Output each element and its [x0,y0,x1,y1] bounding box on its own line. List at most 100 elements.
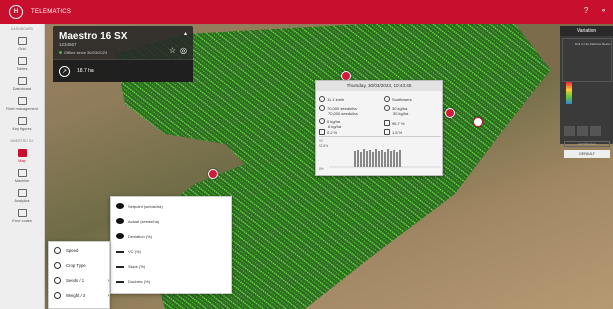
sidebar-item-label: Grid [18,47,26,51]
speed-icon [54,247,61,254]
point-detail-popup: Thursday, 30/03/2023, 10:43:45 11.1 km/h… [315,80,443,176]
menu-item-crop-type[interactable]: Crop Type [54,262,109,269]
layer-vc[interactable]: VC (%) [116,249,141,254]
speed-value: 11.1 km/h [327,96,345,102]
micro-set-value: 6 kg/ha [327,118,341,124]
sidebar-item-fleet[interactable]: Fleet management [0,97,44,111]
popup-fert-act: 30 kg/ha [393,111,408,116]
skips-icon [319,129,325,135]
sidebar-section-machine: MAESTRO SX [10,139,34,143]
layer-label: Setpoint (seeds/ha) [128,203,163,209]
popup-doubles: 1.8 % [384,129,402,135]
layer-label: Doubles (%) [128,279,151,284]
layer-skips[interactable]: Skips (%) [116,264,145,269]
table-icon [17,57,27,65]
range-box[interactable] [590,126,601,136]
sidebar-item-label: Dashboard [12,87,32,91]
machine-status: Offline since 30/03/2023 [59,50,107,55]
menu-item-label: Weight / 2 [66,293,86,298]
fert-act-value: 30 kg/ha [393,111,409,116]
seeds-set-value: 70,000 seeds/ha [327,105,357,111]
sidebar-item-grid[interactable]: Grid [0,37,44,51]
default-button[interactable]: DEFAULT [564,150,610,158]
menu-item-weight[interactable]: Weight / 2 › [54,292,109,299]
fert-set-value: 30 kg/ha [392,105,408,111]
layer-actual[interactable]: Actual (seeds/ha) [116,218,159,224]
weight-icon [54,292,61,299]
machine-icon [17,169,27,177]
singulation-icon [384,120,390,126]
sidebar-item-machine[interactable]: Machine [0,169,44,183]
layer-label: Actual (seeds/ha) [128,218,160,224]
layers-menu: Setpoint (seeds/ha) Actual (seeds/ha) De… [110,196,232,294]
analytics-icon [17,189,27,197]
user-icon[interactable]: ⚬ [600,6,607,15]
sidebar-item-map[interactable]: Map [0,149,44,163]
menu-item-seeds[interactable]: Seeds / 1 › [54,277,109,284]
menu-item-speed[interactable]: Speed [54,247,109,254]
machine-actions: ☆ ◎ [169,46,187,55]
star-icon[interactable]: ☆ [169,46,176,55]
machine-marker-icon[interactable] [473,117,483,127]
deviation-icon [116,233,124,239]
area-icon: ↗ [59,65,70,77]
menu-item-label: Seeds / 1 [66,278,85,283]
sidebar-item-key-figures[interactable]: Key figures [0,117,44,131]
variation-note: Drill or Not Machine Below [575,42,611,46]
skips-icon [116,265,124,268]
crop-value: Sunflowers [392,96,412,102]
target-icon[interactable]: ◎ [180,46,187,55]
variation-legend: Drill or Not Machine Below [562,38,612,82]
singulation-value: 96.7 % [392,120,405,126]
chevron-right-icon: › [107,277,109,284]
layer-deviation[interactable]: Deviation (%) [116,233,152,239]
variation-title: Variation [560,26,613,36]
setpoint-icon [116,203,124,209]
data-type-menu: Speed Crop Type Seeds / 1 › Weight / 2 › [48,241,110,309]
autoscale-button[interactable]: AUTOSCALE [564,141,610,147]
sidebar-item-label: Tables [16,67,28,71]
layer-doubles[interactable]: Doubles (%) [116,279,150,284]
sidebar-section-dashboard: DASHBOARD [10,27,34,31]
popup-seeds-act: 70,000 seeds/ha [328,111,358,116]
machine-name: Maestro 16 SX [59,31,128,42]
menu-item-label: Crop Type [66,263,86,268]
doubles-value: 1.8 % [392,129,403,135]
micro-icon [319,118,325,124]
area-card: ↗ 18.7 ha [53,59,193,82]
sidebar-item-dashboard[interactable]: Dashboard [0,77,44,91]
range-boxes [564,126,601,136]
popup-skips: 0.2 % [319,129,337,135]
machine-marker-icon[interactable] [445,108,455,118]
layer-label: Skips (%) [128,264,146,269]
sidebar-item-label: Key figures [12,127,32,131]
help-icon[interactable]: ? [584,6,588,15]
error-codes-icon [17,209,27,217]
sidebar-item-label: Fleet management [6,107,38,111]
popup-speed: 11.1 km/h [319,96,344,102]
range-box[interactable] [577,126,588,136]
chevron-right-icon: › [107,292,109,299]
vc-icon [116,250,124,253]
menu-item-label: Speed [66,248,79,253]
seeds-icon [319,105,325,111]
seeds-icon [54,277,61,284]
sidebar-item-label: Machine [14,179,30,183]
sidebar-item-label: Map [18,159,26,163]
logo-icon[interactable]: H [9,5,23,19]
variation-panel: Variation Drill or Not Machine Below AUT… [560,26,613,158]
doubles-icon [384,129,390,135]
sidebar-item-error-codes[interactable]: Error codes [0,209,44,223]
chevron-up-icon[interactable]: ▴ [184,30,187,37]
fertilizer-icon [384,105,390,111]
color-scale [566,82,572,104]
area-value: 18.7 ha [77,68,94,74]
sidebar-item-tables[interactable]: Tables [0,57,44,71]
range-box[interactable] [564,126,575,136]
seeds-act-value: 70,000 seeds/ha [328,111,358,116]
key-figures-icon [17,117,27,125]
machine-marker-icon[interactable] [208,169,218,179]
sidebar-item-analytics[interactable]: Analytics [0,189,44,203]
layer-setpoint[interactable]: Setpoint (seeds/ha) [116,203,163,209]
map-icon [17,149,27,157]
